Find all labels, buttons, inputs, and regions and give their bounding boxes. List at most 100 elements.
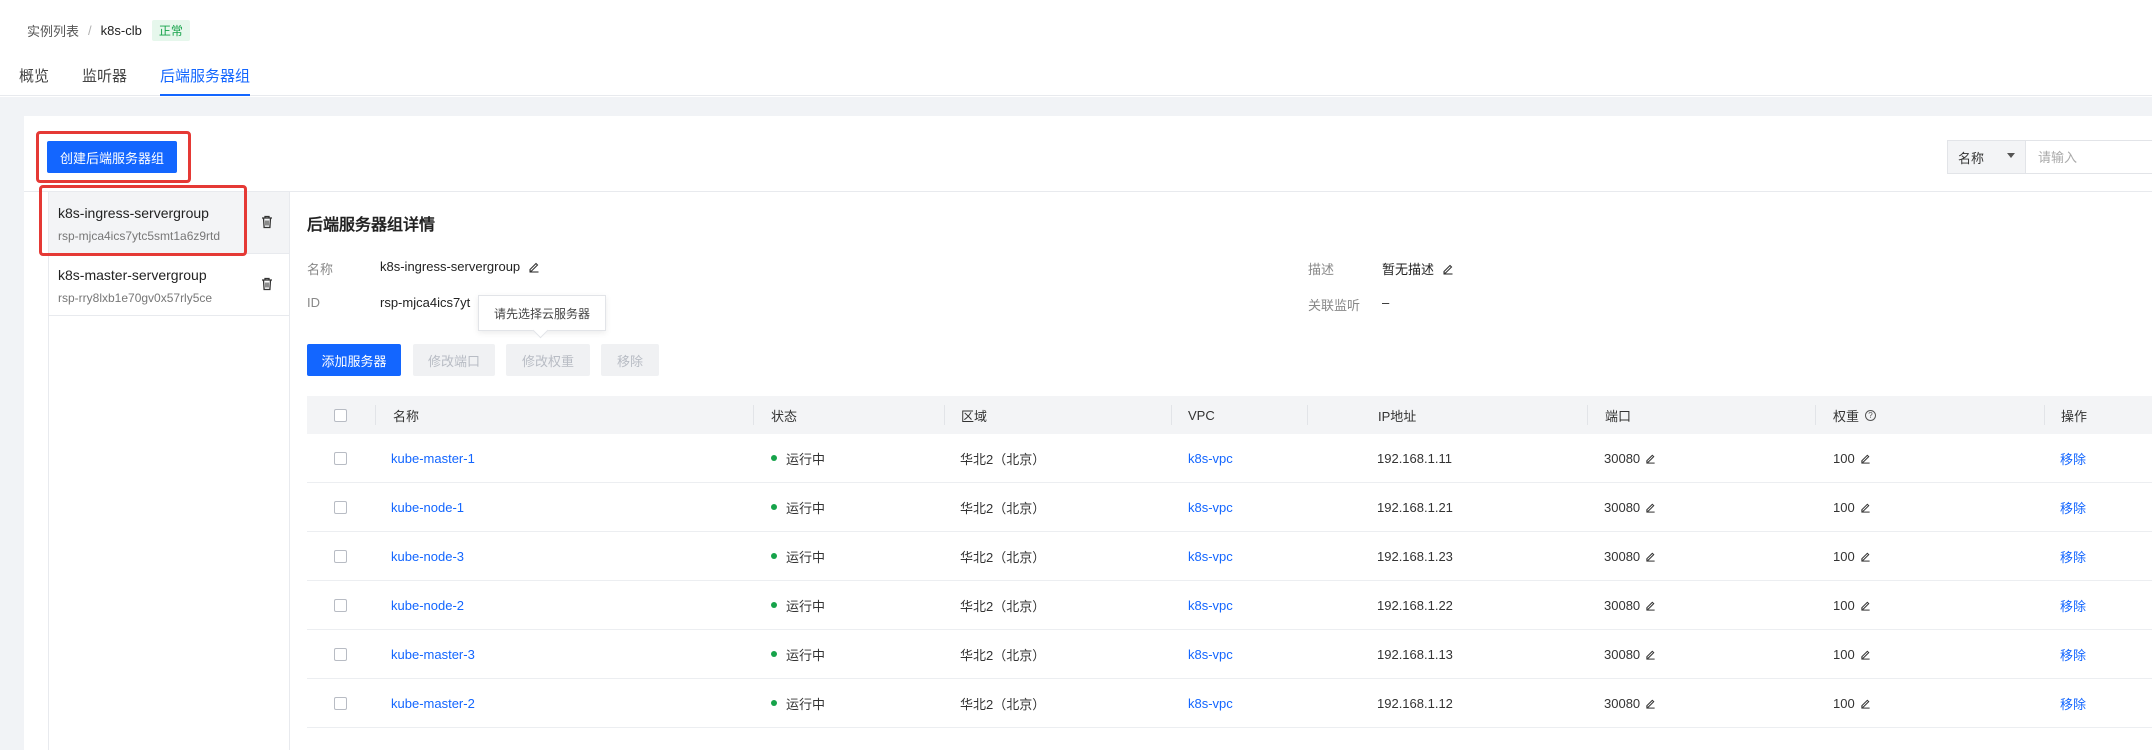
table-row: kube-master-2 运行中 华北2（北京） k8s-vpc 192.168.1.… [307,679,2152,728]
weight-value: 100 [1833,695,1855,711]
region-cell: 华北2（北京） [960,696,1046,712]
help-icon[interactable]: ? [1865,409,1877,421]
remove-row-link[interactable]: 移除 [2060,630,2086,678]
edit-weight-icon[interactable] [1860,600,1871,611]
edit-port-icon[interactable] [1645,502,1656,513]
port-cell: 30080 [1604,434,1656,482]
row-checkbox[interactable] [334,500,347,514]
edit-port-icon[interactable] [1645,453,1656,464]
edit-weight-icon[interactable] [1860,698,1871,709]
row-select-cell [334,532,347,580]
row-checkbox[interactable] [334,647,347,661]
edit-port-button[interactable]: 修改端口 [413,344,495,376]
weight-cell: 100 [1833,679,1871,727]
status-text: 运行中 [786,549,826,565]
select-all-checkbox[interactable] [334,408,347,422]
edit-port-icon[interactable] [1645,600,1656,611]
status-text: 运行中 [786,696,826,712]
port-cell: 30080 [1604,483,1656,531]
status-cell: 运行中 [771,581,825,629]
status-dot-icon [771,602,777,608]
remove-button[interactable]: 移除 [601,344,659,376]
add-server-button[interactable]: 添加服务器 [307,344,401,376]
remove-row-link[interactable]: 移除 [2060,434,2086,482]
edit-port-icon[interactable] [1645,649,1656,660]
server-group-item[interactable]: k8s-ingress-servergroup rsp-mjca4ics7ytc… [49,192,289,254]
breadcrumb-current: k8s-clb [100,23,142,38]
weight-header-label: 权重 [1833,408,1860,424]
edit-port-icon[interactable] [1645,698,1656,709]
vpc-link[interactable]: k8s-vpc [1188,434,1233,482]
column-header-port: 端口 [1605,408,1632,424]
ip-cell: 192.168.1.12 [1377,695,1453,711]
port-cell: 30080 [1604,630,1656,678]
server-name-link[interactable]: kube-master-3 [391,630,475,678]
table-row: kube-node-2 运行中 华北2（北京） k8s-vpc 192.168.1.22… [307,581,2152,630]
column-divider [944,405,945,425]
search-input[interactable] [2026,141,2152,173]
server-name-link[interactable]: kube-node-3 [391,532,464,580]
weight-value: 100 [1833,597,1855,613]
tab-listeners[interactable]: 监听器 [82,66,127,96]
server-name-link[interactable]: kube-node-1 [391,483,464,531]
column-divider [1587,405,1588,425]
status-cell: 运行中 [771,434,825,482]
row-checkbox[interactable] [334,696,347,710]
edit-icon[interactable] [528,261,540,273]
weight-cell: 100 [1833,581,1871,629]
status-dot-icon [771,700,777,706]
vpc-link[interactable]: k8s-vpc [1188,679,1233,727]
column-header-weight: 权重 ? [1833,396,1877,434]
row-checkbox[interactable] [334,598,347,612]
remove-row-link[interactable]: 移除 [2060,581,2086,629]
server-name-link[interactable]: kube-node-2 [391,581,464,629]
listener-label: 关联监听 [1308,298,1361,313]
create-server-group-button[interactable]: 创建后端服务器组 [47,141,177,173]
column-header-ip: IP地址 [1378,408,1417,424]
column-divider [1307,405,1308,425]
id-label: ID [307,295,320,310]
status-text: 运行中 [786,451,826,467]
server-name-link[interactable]: kube-master-2 [391,679,475,727]
vpc-link[interactable]: k8s-vpc [1188,483,1233,531]
remove-row-link[interactable]: 移除 [2060,483,2086,531]
edit-weight-icon[interactable] [1860,453,1871,464]
description-label: 描述 [1308,262,1335,277]
remove-row-link[interactable]: 移除 [2060,679,2086,727]
vpc-link[interactable]: k8s-vpc [1188,532,1233,580]
filter-field-select[interactable]: 名称 [1948,141,2026,173]
vpc-link[interactable]: k8s-vpc [1188,630,1233,678]
table-row: kube-master-3 运行中 华北2（北京） k8s-vpc 192.168.1.… [307,630,2152,679]
breadcrumb-instance-list[interactable]: 实例列表 [27,21,79,40]
edit-weight-button[interactable]: 修改权重 [506,344,590,376]
trash-icon[interactable] [261,215,273,232]
row-select-cell [334,434,347,482]
listener-field: – [1382,295,1389,310]
column-header-name: 名称 [393,408,420,424]
vpc-link[interactable]: k8s-vpc [1188,581,1233,629]
edit-weight-icon[interactable] [1860,649,1871,660]
edit-port-icon[interactable] [1645,551,1656,562]
tab-backend-server-groups[interactable]: 后端服务器组 [160,66,251,96]
row-checkbox[interactable] [334,451,347,465]
ip-cell: 192.168.1.21 [1377,499,1453,515]
region-cell: 华北2（北京） [960,647,1046,663]
edit-weight-icon[interactable] [1860,502,1871,513]
search-filter: 名称 [1947,140,2152,174]
ip-cell: 192.168.1.13 [1377,646,1453,662]
column-header-ops: 操作 [2061,408,2088,424]
edit-icon[interactable] [1442,263,1454,275]
description-value: 暂无描述 [1382,262,1435,277]
server-name-link[interactable]: kube-master-1 [391,434,475,482]
status-text: 运行中 [786,647,826,663]
server-group-item[interactable]: k8s-master-servergroup rsp-rry8lxb1e70gv… [49,254,289,316]
weight-value: 100 [1833,450,1855,466]
remove-row-link[interactable]: 移除 [2060,532,2086,580]
row-checkbox[interactable] [334,549,347,563]
edit-weight-icon[interactable] [1860,551,1871,562]
region-cell: 华北2（北京） [960,451,1046,467]
select-all-cell [334,396,347,434]
server-group-id: rsp-rry8lxb1e70gv0x57rly5ce [58,291,213,305]
tab-overview[interactable]: 概览 [19,66,49,96]
trash-icon[interactable] [261,277,273,294]
